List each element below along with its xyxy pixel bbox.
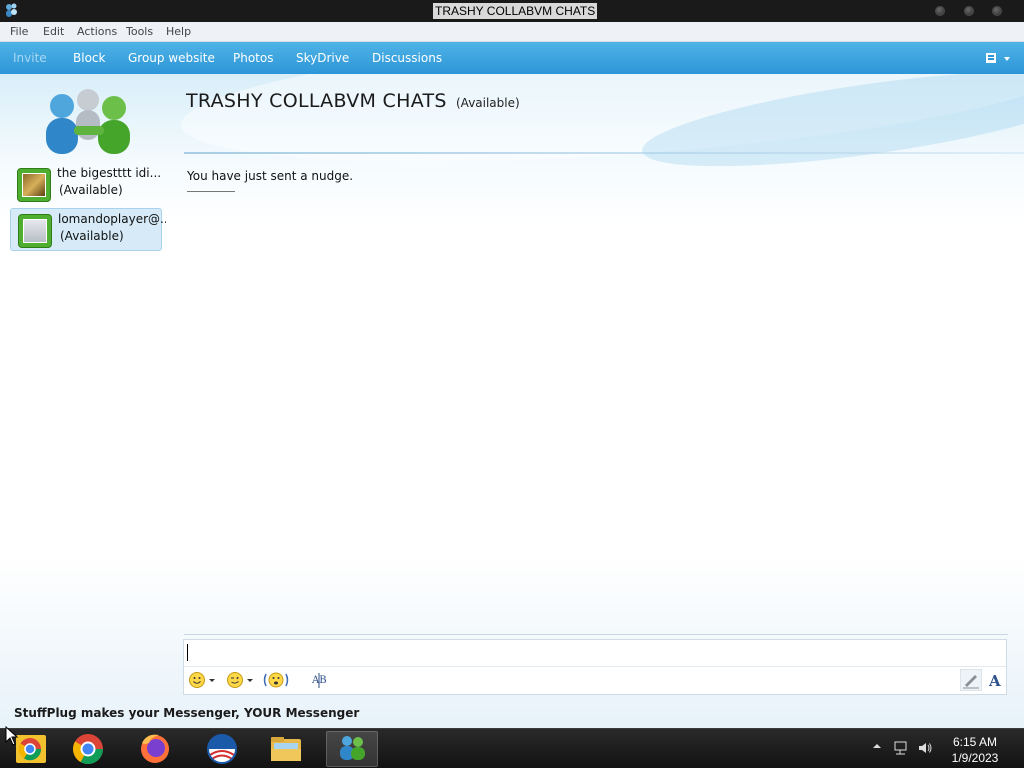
clock-time: 6:15 AM bbox=[952, 735, 998, 749]
window-title: TRASHY COLLABVM CHATS bbox=[433, 3, 598, 19]
nudge-message: You have just sent a nudge. bbox=[187, 169, 354, 183]
clock-date: 1/9/2023 bbox=[951, 751, 999, 765]
header-divider bbox=[184, 152, 1024, 154]
group-website-button[interactable]: Group website bbox=[128, 51, 215, 65]
stuffplug-ad-banner[interactable]: StuffPlug makes your Messenger, YOUR Mes… bbox=[14, 706, 359, 720]
spellcheck-icon[interactable]: AB bbox=[311, 671, 329, 689]
messenger-icon[interactable] bbox=[326, 731, 378, 767]
handwriting-icon[interactable] bbox=[960, 669, 982, 691]
toolbar: Invite Block Group website Photos SkyDri… bbox=[0, 42, 1024, 74]
mouse-pointer-icon bbox=[5, 726, 19, 746]
maximize-button[interactable] bbox=[964, 6, 974, 16]
contact-status: (Available) bbox=[60, 229, 124, 243]
contact-avatar bbox=[17, 168, 51, 202]
photos-button[interactable]: Photos bbox=[233, 51, 273, 65]
svg-text:A: A bbox=[988, 672, 1001, 690]
options-menu-icon[interactable] bbox=[984, 51, 1012, 67]
nudge-icon[interactable] bbox=[263, 671, 289, 689]
chrome-icon[interactable] bbox=[62, 731, 114, 767]
file-explorer-icon[interactable] bbox=[260, 731, 312, 767]
window-title-bar: TRASHY COLLABVM CHATS bbox=[0, 0, 1024, 22]
emoticon-dropdown-arrow[interactable] bbox=[209, 679, 215, 682]
message-input[interactable] bbox=[183, 639, 1007, 695]
menu-file[interactable]: File bbox=[10, 25, 28, 38]
block-button[interactable]: Block bbox=[73, 51, 105, 65]
menu-bar: File Edit Actions Tools Help bbox=[0, 22, 1024, 42]
menu-edit[interactable]: Edit bbox=[43, 25, 64, 38]
conversation-status: (Available) bbox=[456, 96, 520, 110]
contact-status: (Available) bbox=[59, 183, 123, 197]
messenger-app-icon[interactable] bbox=[4, 3, 18, 19]
network-icon[interactable] bbox=[893, 740, 909, 756]
system-clock[interactable]: 6:15 AM 1/9/2023 bbox=[930, 734, 1020, 766]
menu-tools[interactable]: Tools bbox=[126, 25, 153, 38]
font-icon[interactable]: A bbox=[985, 669, 1007, 691]
emoticon-icon[interactable] bbox=[188, 671, 206, 689]
message-separator bbox=[187, 191, 235, 192]
conversation-window: the bigestttt idi... (Available) lomando… bbox=[0, 74, 1024, 728]
obama-logo-icon[interactable] bbox=[196, 731, 248, 767]
messenger-buddies-icon bbox=[46, 89, 130, 154]
contact-name: lomandoplayer@... bbox=[58, 212, 166, 226]
default-user-icon bbox=[23, 219, 47, 243]
taskbar: 6:15 AM 1/9/2023 bbox=[0, 728, 1024, 768]
close-button[interactable] bbox=[992, 6, 1002, 16]
skydrive-button[interactable]: SkyDrive bbox=[296, 51, 349, 65]
conversation-title: TRASHY COLLABVM CHATS bbox=[186, 90, 447, 112]
format-bar-divider bbox=[184, 666, 1006, 667]
invite-button[interactable]: Invite bbox=[13, 51, 47, 65]
contact-name: the bigestttt idi... bbox=[57, 166, 162, 180]
show-hidden-icons-icon[interactable] bbox=[872, 741, 882, 751]
minimize-button[interactable] bbox=[935, 6, 945, 16]
menu-actions[interactable]: Actions bbox=[77, 25, 117, 38]
input-top-divider bbox=[184, 634, 1008, 635]
contact-picture bbox=[22, 173, 46, 197]
wink-icon[interactable] bbox=[226, 671, 244, 689]
wink-dropdown-arrow[interactable] bbox=[247, 679, 253, 682]
contact-item-selected[interactable]: lomandoplayer@... (Available) bbox=[10, 208, 166, 251]
text-caret bbox=[187, 644, 188, 661]
contact-avatar bbox=[18, 214, 52, 248]
menu-help[interactable]: Help bbox=[166, 25, 191, 38]
firefox-icon[interactable] bbox=[129, 731, 181, 767]
discussions-button[interactable]: Discussions bbox=[372, 51, 442, 65]
contact-item[interactable]: the bigestttt idi... (Available) bbox=[10, 163, 162, 206]
